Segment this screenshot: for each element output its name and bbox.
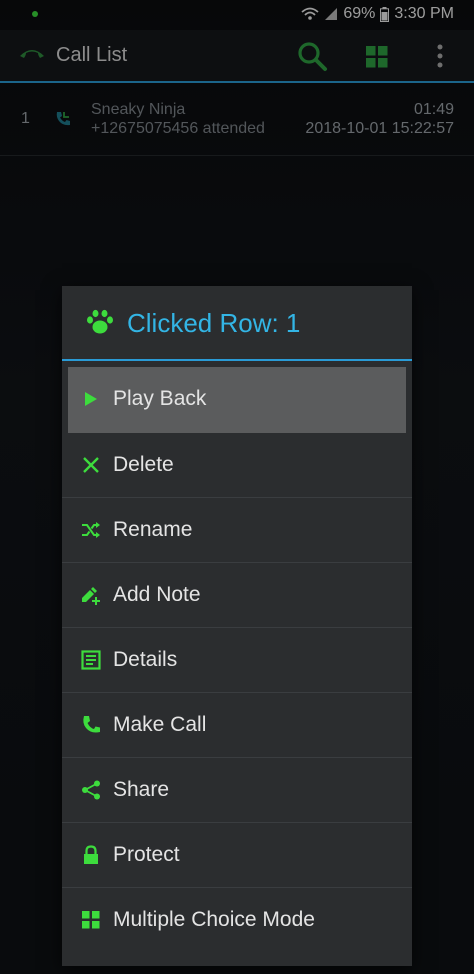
details-icon (80, 649, 102, 671)
dialog-header: Clicked Row: 1 (62, 286, 412, 361)
menu-item-delete[interactable]: Delete (62, 433, 412, 498)
paw-icon (86, 309, 114, 340)
menu-item-label: Details (113, 648, 178, 671)
menu-item-label: Protect (113, 843, 180, 866)
close-icon (80, 454, 102, 476)
menu-item-rename[interactable]: Rename (62, 498, 412, 563)
edit-add-icon (80, 584, 102, 606)
dialog-title: Clicked Row: 1 (127, 308, 301, 338)
menu-item-share[interactable]: Share (62, 758, 412, 823)
context-menu: Play Back Delete Rename Add Note Details… (62, 363, 412, 953)
menu-item-label: Make Call (113, 713, 207, 736)
menu-item-label: Multiple Choice Mode (113, 908, 315, 931)
menu-item-protect[interactable]: Protect (62, 823, 412, 888)
menu-item-label: Play Back (113, 387, 207, 410)
menu-item-label: Rename (113, 518, 193, 541)
lock-icon (80, 844, 102, 866)
share-icon (80, 779, 102, 801)
menu-item-label: Share (113, 778, 170, 801)
play-icon (80, 388, 102, 410)
grid-icon (80, 909, 102, 931)
shuffle-icon (80, 519, 102, 541)
screen: 69% 3:30 PM Call List 1 Sneaky Ninja +12… (0, 0, 474, 974)
phone-icon (80, 714, 102, 736)
context-menu-dialog: Clicked Row: 1 Play Back Delete Rename A… (62, 286, 412, 966)
menu-item-label: Add Note (113, 583, 201, 606)
menu-item-details[interactable]: Details (62, 628, 412, 693)
menu-item-make-call[interactable]: Make Call (62, 693, 412, 758)
menu-item-multiple-choice-mode[interactable]: Multiple Choice Mode (62, 888, 412, 953)
menu-item-play-back[interactable]: Play Back (68, 367, 406, 433)
menu-item-label: Delete (113, 453, 174, 476)
menu-item-add-note[interactable]: Add Note (62, 563, 412, 628)
